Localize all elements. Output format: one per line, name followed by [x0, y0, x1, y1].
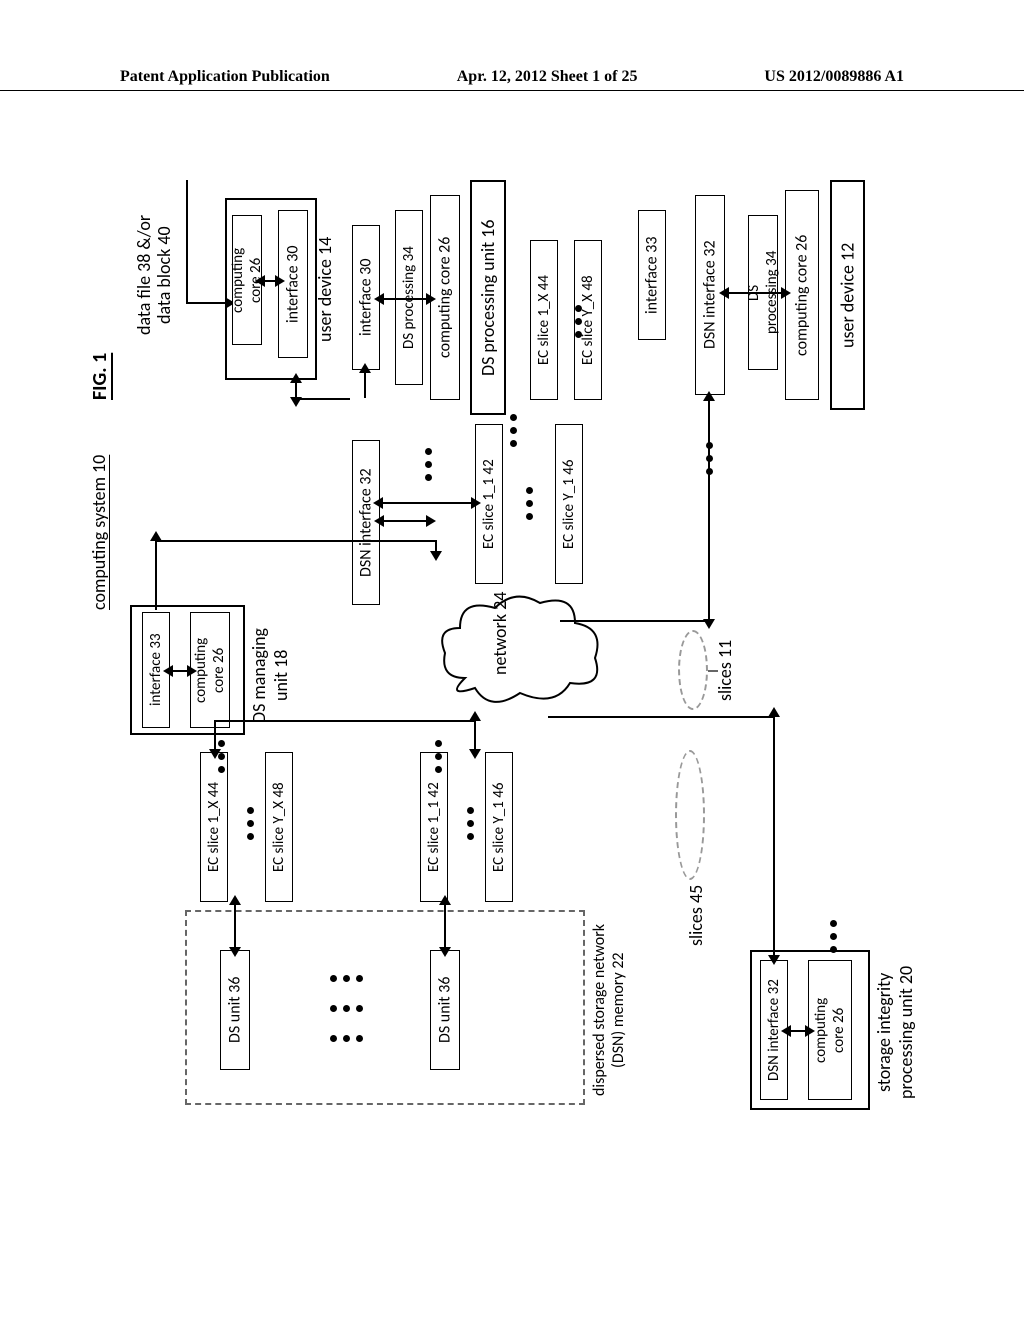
line-datafile	[186, 180, 188, 304]
arrow-dsn32b-ec11	[382, 502, 472, 504]
ec-slice-y-x-48-b-label: EC slice Y_X 48	[270, 782, 288, 872]
ds-processing-unit-16-label: DS processing unit 16	[477, 219, 499, 376]
dots-lower-ec-c	[247, 807, 254, 840]
arrow-ec-ds-b	[234, 904, 236, 948]
dots-dsunits-b	[330, 1035, 363, 1042]
dsn-interface-32-b-label: DSN interface 32	[357, 468, 376, 577]
figure-label: FIG. 1	[88, 330, 112, 400]
dots-h-ec-upper-a	[575, 305, 582, 338]
computing-core-26-b-label: computing core 26	[436, 237, 455, 358]
data-file-38: data file 38 &/or	[133, 215, 155, 335]
arrow-datafile-to-ud14	[186, 302, 226, 304]
computing-core-26-a-label: computing core 26	[793, 234, 812, 355]
dots-h-ec-upper-b	[526, 487, 533, 520]
ec-slice-y-1-46-a-label: EC slice Y_1 46	[560, 459, 578, 548]
ec-slice-1-x-44-a-label: EC slice 1_X 44	[535, 275, 553, 365]
arrow-ud12-network-v	[708, 400, 710, 620]
arrow-ec-ds-a	[444, 904, 446, 948]
dots-si	[830, 920, 837, 953]
arrow-cc26e-dsn32c	[790, 1030, 806, 1032]
ec-slice-y-x-48-b-box: EC slice Y_X 48	[265, 752, 293, 902]
ec-slice-1-x-44-b-box: EC slice 1_X 44	[200, 752, 228, 902]
interface-30-a-label: interface 30	[357, 259, 376, 336]
dsn-memory-label: dispersed storage network (DSN) memory 2…	[590, 915, 628, 1105]
arrow-si-net-v	[773, 716, 775, 956]
dsn-interface-32-a-label: DSN interface 32	[701, 241, 720, 350]
dots-dsunits-c	[330, 975, 363, 982]
computing-core-26-e-label: computing core 26	[812, 997, 848, 1062]
user-device-14-label: user device 14	[314, 204, 336, 374]
ec-slice-1-1-42-a-label: EC slice 1_1 42	[480, 459, 498, 549]
dots-v-2	[425, 448, 432, 481]
page-header: Patent Application Publication Apr. 12, …	[0, 68, 1024, 91]
line-net-ec-lower-h	[214, 720, 474, 722]
slices-11-ellipse	[678, 630, 708, 710]
arrow-to-if30a	[364, 372, 366, 398]
system-label-text: computing system 10	[88, 455, 110, 610]
arrow-if33-cc26d	[172, 670, 188, 672]
system-label: computing system 10	[88, 410, 110, 610]
ec-slice-1-x-44-b-label: EC slice 1_X 44	[205, 782, 223, 872]
header-right: US 2012/0089886 A1	[764, 68, 904, 86]
dots-dsunits	[330, 1005, 363, 1012]
ds-unit-36-b-box: DS unit 36	[220, 950, 250, 1070]
arrow-core-to-if30a	[383, 298, 427, 300]
computing-core-26-d-label: computing core 26	[192, 637, 228, 702]
ds-unit-36-a-box: DS unit 36	[430, 950, 460, 1070]
header-left: Patent Application Publication	[120, 68, 330, 86]
arrow-if33-net-v	[155, 540, 157, 610]
ec-slice-1-x-44-a-box: EC slice 1_X 44	[530, 240, 558, 400]
arrow-cc26c-if30b	[264, 280, 276, 282]
interface-33-box: interface 33	[638, 210, 666, 340]
figure-1-diagram: user device 12 computing core 26 DS proc…	[130, 180, 890, 1190]
arrow-net-ec-lower-1	[474, 720, 476, 750]
ds-unit-36-b-label: DS unit 36	[226, 977, 245, 1044]
ds-managing-unit-label: DS managing unit 18	[248, 615, 292, 735]
line-if33-net-h	[155, 540, 437, 542]
user-device-12-label: user device 12	[837, 242, 859, 347]
user-device-14-box	[225, 198, 317, 380]
ds-processing-unit-16-box: DS processing unit 16	[470, 180, 506, 415]
ec-slice-1-1-42-b-label: EC slice 1_1 42	[425, 782, 443, 872]
dots-lower-ec-a	[467, 807, 474, 840]
slices-45-label: slices 45	[685, 880, 707, 950]
network-cloud: network 24	[435, 548, 565, 718]
line-if30-conn	[295, 398, 350, 400]
ec-slice-1-1-42-b-box: EC slice 1_1 42	[420, 752, 448, 902]
arrow-net-ec-lower-2	[214, 720, 216, 750]
arrow-core-to-dsn-32a	[728, 292, 782, 294]
ds-unit-36-a-label: DS unit 36	[436, 977, 455, 1044]
ec-slice-y-1-46-b-label: EC slice Y_1 46	[490, 782, 508, 871]
slices-45-ellipse	[675, 750, 705, 880]
arrow-if30a-if30b-v	[295, 382, 297, 398]
ec-slice-y-1-46-b-box: EC slice Y_1 46	[485, 752, 513, 902]
data-file-block-label: data file 38 &/or data block 40	[135, 180, 175, 370]
user-device-12-box: user device 12	[830, 180, 865, 410]
slices-11-leader	[708, 670, 718, 672]
interface-33-label: interface 33	[643, 236, 662, 313]
dots-lower-ec-b	[435, 740, 442, 773]
header-center: Apr. 12, 2012 Sheet 1 of 25	[457, 68, 638, 86]
line-si-net-h	[548, 716, 774, 718]
line-ud12-network-h	[560, 620, 710, 622]
network-label: network 24	[489, 591, 511, 674]
dots-ec-upper-mid	[510, 414, 517, 447]
arrow-if33-net-into	[435, 540, 437, 552]
data-block-40: data block 40	[153, 226, 175, 324]
storage-integrity-label: storage integrity processing unit 20	[873, 955, 917, 1110]
arrow-core-to-dsn32b	[383, 520, 427, 522]
